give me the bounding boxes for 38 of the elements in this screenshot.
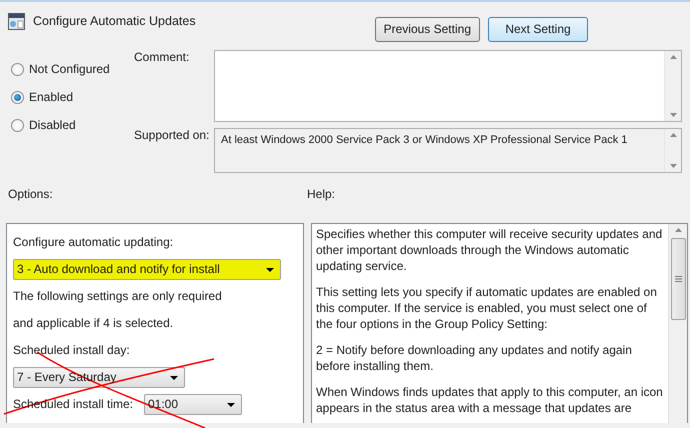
info-text: The following settings are only required xyxy=(13,289,222,304)
grip-icon xyxy=(674,276,682,282)
help-paragraph: When Windows finds updates that apply to this computer, an icon appears in the status area with a message that updates are xyxy=(316,384,664,416)
help-paragraph: This setting lets you specify if automatic updates are enabled on this computer. If the service is enabled, you must select one of the four options in the Group Policy Setting: xyxy=(316,284,658,332)
radio-label[interactable]: Enabled xyxy=(29,90,74,104)
field-label: Configure automatic updating: xyxy=(13,235,174,250)
dropdown[interactable]: 3 - Auto download and notify for install xyxy=(13,259,281,280)
help-label: Help: xyxy=(307,187,336,203)
help-paragraph: Specifies whether this computer will receive security updates and other important downloads through the Windows automatic updating service. xyxy=(316,226,664,274)
window-title: Configure Automatic Updates xyxy=(33,14,196,29)
radio-button[interactable] xyxy=(11,118,24,132)
info-text: and applicable if 4 is selected. xyxy=(13,316,174,331)
field-label: Scheduled install day: xyxy=(13,343,130,358)
setting-button[interactable]: Next Setting xyxy=(488,17,588,42)
scroll-thumb[interactable] xyxy=(670,238,686,320)
dropdown[interactable]: 01:00 xyxy=(144,394,242,415)
caret-icon xyxy=(170,376,178,380)
supported-on-label: Supported on: xyxy=(134,128,210,142)
comment-label: Comment: xyxy=(134,50,190,66)
down-arrow-icon xyxy=(670,164,676,168)
up-arrow-icon xyxy=(674,228,682,232)
options-label: Options: xyxy=(7,187,54,203)
radio-button[interactable] xyxy=(11,62,24,76)
comment-field[interactable] xyxy=(214,50,682,122)
down-arrow-icon xyxy=(670,113,676,117)
help-paragraph: 2 = Notify before downloading any updates and notify again before installing them. xyxy=(316,342,633,374)
caret-icon xyxy=(227,402,235,406)
radio-label[interactable]: Not Configured xyxy=(29,62,110,76)
radio-button[interactable] xyxy=(11,90,24,104)
scrollbar[interactable] xyxy=(668,224,687,423)
caret-icon xyxy=(266,268,274,272)
scrollbar[interactable] xyxy=(664,51,681,121)
supported-on-text: At least Windows 2000 Service Pack 3 or Windows XP Professional Service Pack 1 xyxy=(221,134,628,146)
radio-label[interactable]: Disabled xyxy=(29,118,76,132)
window-icon xyxy=(8,13,25,30)
up-arrow-icon xyxy=(670,133,676,137)
setting-button[interactable]: Previous Setting xyxy=(374,17,480,42)
up-arrow-icon xyxy=(670,55,676,59)
